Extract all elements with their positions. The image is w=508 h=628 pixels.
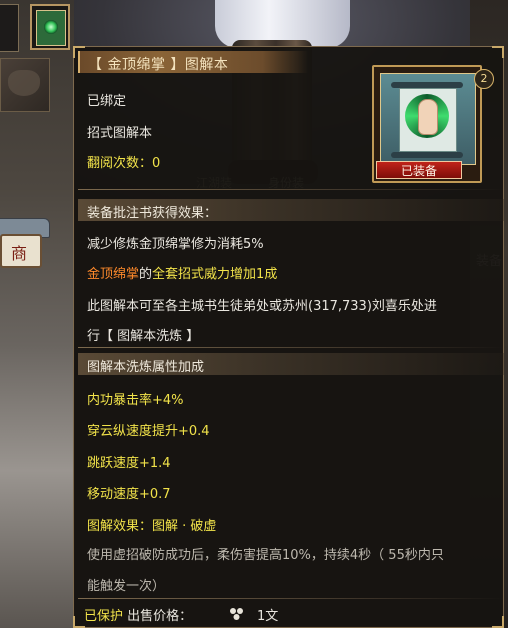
- mask-icon: [8, 70, 40, 96]
- item-icon: 2 已装备: [372, 65, 494, 183]
- annotation-header: 装备批注书获得效果：: [78, 199, 504, 221]
- shop-label: 商: [10, 244, 27, 263]
- equipped-item-slot[interactable]: [30, 4, 70, 50]
- protected-label: 已保护: [84, 609, 124, 624]
- effect-description-1: 使用虚招破防成功后，柔伤害提高10%，持续4秒（ 55秒内只: [87, 548, 444, 563]
- item-thumbnail: [36, 10, 66, 46]
- item-tooltip: 【 金顶绵掌 】图解本 已绑定 招式图解本 翻阅次数：0 2 已装备 装备批注书…: [73, 46, 504, 628]
- connector-text: 的: [139, 267, 153, 282]
- price-value: 1文: [257, 609, 279, 624]
- effect-title: 图解效果：图解 · 破虚: [87, 519, 217, 534]
- divider: [78, 189, 504, 190]
- refine-header: 图解本洗炼属性加成: [78, 353, 504, 375]
- annotation-header-text: 装备批注书获得效果：: [87, 206, 218, 221]
- sell-price-row: 已保护 出售价格：: [84, 605, 192, 624]
- divider: [78, 347, 504, 348]
- scroll-icon: [380, 73, 476, 165]
- refine-attr: 穿云纵速度提升+0.4: [87, 424, 210, 439]
- scroll-rod: [391, 152, 463, 158]
- refine-attr: 内功暴击率+4%: [87, 393, 184, 408]
- palm-icon: [418, 99, 438, 135]
- item-title-bar: 【 金顶绵掌 】图解本: [78, 51, 308, 73]
- corner-ornament: [492, 46, 504, 58]
- annotation-line-1: 减少修炼金顶绵掌修为消耗5%: [87, 237, 264, 252]
- bind-status: 已绑定: [87, 94, 127, 109]
- annotation-line-2: 金顶绵掌的全套招式威力增加1成: [87, 263, 277, 282]
- refine-attr: 移动速度+0.7: [87, 487, 171, 502]
- read-count: 翻阅次数：0: [87, 156, 161, 171]
- equipped-badge: 已装备: [376, 161, 462, 179]
- swirl-icon: [44, 20, 58, 34]
- power-increase-text: 威力增加1成: [204, 267, 278, 282]
- corner-ornament: [492, 616, 504, 628]
- annotation-line-4: 行【 图解本洗炼 】: [87, 329, 200, 344]
- effect-description-2: 能触发一次）: [87, 579, 166, 594]
- coin-icon: [230, 608, 243, 620]
- set-moves-text: 全套招式: [152, 267, 205, 282]
- refine-attr: 跳跃速度+1.4: [87, 456, 171, 471]
- left-equip-slot[interactable]: [0, 4, 19, 52]
- skill-name: 金顶绵掌: [87, 267, 140, 282]
- grade-badge: 2: [474, 69, 494, 89]
- equipped-label: 已装备: [400, 164, 437, 178]
- item-title: 【 金顶绵掌 】图解本: [88, 57, 229, 73]
- price-label: 出售价格：: [127, 609, 193, 624]
- shop-button[interactable]: 商: [0, 210, 50, 276]
- annotation-line-3: 此图解本可至各主城书生徒弟处或苏州(317,733)刘喜乐处进: [87, 299, 437, 314]
- item-category: 招式图解本: [87, 126, 153, 141]
- divider: [78, 598, 504, 599]
- refine-header-text: 图解本洗炼属性加成: [87, 360, 205, 375]
